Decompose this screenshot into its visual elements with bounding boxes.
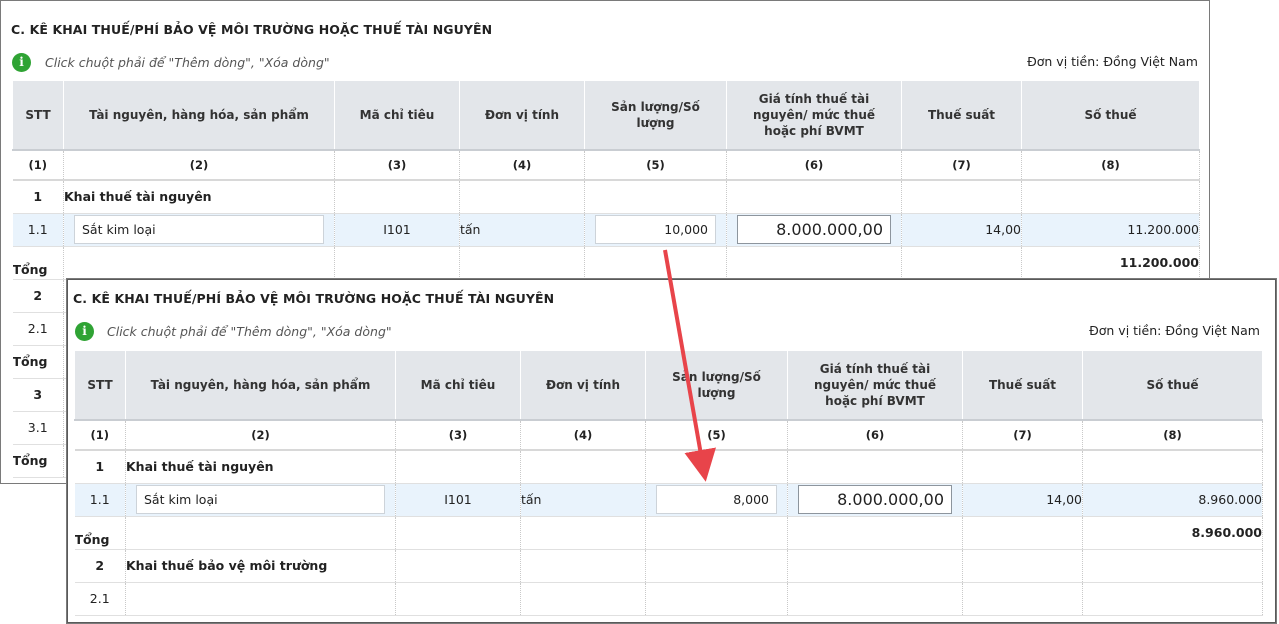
col-code: Mã chỉ tiêu <box>395 351 521 421</box>
item-input[interactable]: Sắt kim loại <box>136 485 385 514</box>
col-price: Giá tính thuế tài nguyên/ mức thuế hoặc … <box>787 351 963 421</box>
currency-unit: Đơn vị tiền: Đồng Việt Nam <box>1089 323 1260 338</box>
tax-table: STT Tài nguyên, hàng hóa, sản phẩm Mã ch… <box>74 351 1263 616</box>
group-stt: 2 <box>74 549 126 583</box>
total-value: 11.200.000 <box>1021 246 1200 280</box>
row-stt: 1.1 <box>12 213 64 247</box>
hint-text: Click chuột phải để "Thêm dòng", "Xóa dò… <box>107 324 392 339</box>
group-stt: 1 <box>74 450 126 484</box>
col-qty-label: Sản lượng/Số lượng <box>672 370 761 400</box>
tax-form-panel-after: C. KÊ KHAI THUẾ/PHÍ BẢO VỆ MÔI TRƯỜNG HO… <box>66 278 1277 624</box>
col-item: Tài nguyên, hàng hóa, sản phẩm <box>63 81 335 151</box>
total-value: 8.960.000 <box>1082 516 1263 550</box>
col-number: (6) <box>726 150 902 181</box>
total-label: Tổng <box>12 444 64 478</box>
total-row: Tổng 11.200.000 <box>12 246 1200 280</box>
col-number: (1) <box>74 420 126 451</box>
col-price-label: Giá tính thuế tài nguyên/ mức thuế hoặc … <box>752 92 876 138</box>
price-input[interactable]: 8.000.000,00 <box>798 485 952 514</box>
column-number-row: (1) (2) (3) (4) (5) (6) (7) (8) <box>74 420 1263 451</box>
unit-cell: tấn <box>459 213 585 247</box>
rate-cell: 14,00 <box>901 213 1022 247</box>
col-unit: Đơn vị tính <box>459 81 585 151</box>
table-row: 2.1 <box>74 582 1263 616</box>
col-price: Giá tính thuế tài nguyên/ mức thuế hoặc … <box>726 81 902 151</box>
table-row: 1.1 Sắt kim loại I101 tấn 10,000 8.000.0… <box>12 213 1200 247</box>
col-number: (8) <box>1021 150 1200 181</box>
group-stt: 3 <box>12 378 64 412</box>
col-number: (6) <box>787 420 963 451</box>
col-code: Mã chỉ tiêu <box>334 81 460 151</box>
row-stt: 2.1 <box>74 582 126 616</box>
group-label: Khai thuế bảo vệ môi trường <box>125 549 396 583</box>
row-stt: 1.1 <box>74 483 126 517</box>
table-header: STT Tài nguyên, hàng hóa, sản phẩm Mã ch… <box>12 81 1200 151</box>
hint-text: Click chuột phải để "Thêm dòng", "Xóa dò… <box>45 55 330 70</box>
info-icon: i <box>75 322 94 341</box>
total-label: Tổng <box>12 246 64 280</box>
col-item: Tài nguyên, hàng hóa, sản phẩm <box>125 351 396 421</box>
tax-cell: 11.200.000 <box>1021 213 1200 247</box>
table-header: STT Tài nguyên, hàng hóa, sản phẩm Mã ch… <box>74 351 1263 421</box>
col-number: (4) <box>520 420 646 451</box>
group-row: 1 Khai thuế tài nguyên <box>12 180 1200 214</box>
unit-cell: tấn <box>520 483 646 517</box>
col-stt: STT <box>74 351 126 421</box>
col-number: (2) <box>63 150 335 181</box>
currency-unit: Đơn vị tiền: Đồng Việt Nam <box>1027 54 1198 69</box>
section-title: C. KÊ KHAI THUẾ/PHÍ BẢO VỆ MÔI TRƯỜNG HO… <box>11 22 493 37</box>
total-row: Tổng 8.960.000 <box>74 516 1263 550</box>
col-qty-label: Sản lượng/Số lượng <box>611 100 700 130</box>
col-tax: Số thuế <box>1021 81 1200 151</box>
col-number: (2) <box>125 420 396 451</box>
total-label: Tổng <box>12 345 64 379</box>
group-label: Khai thuế tài nguyên <box>125 450 396 484</box>
col-number: (4) <box>459 150 585 181</box>
col-tax: Số thuế <box>1082 351 1263 421</box>
col-number: (8) <box>1082 420 1263 451</box>
rate-cell: 14,00 <box>962 483 1083 517</box>
col-rate: Thuế suất <box>901 81 1022 151</box>
col-unit: Đơn vị tính <box>520 351 646 421</box>
group-stt: 1 <box>12 180 64 214</box>
col-qty: Sản lượng/Số lượng <box>584 81 727 151</box>
table-row: 1.1 Sắt kim loại I101 tấn 8,000 8.000.00… <box>74 483 1263 517</box>
code-cell: I101 <box>395 483 521 517</box>
col-number: (1) <box>12 150 64 181</box>
qty-input[interactable]: 10,000 <box>595 215 716 244</box>
col-number: (3) <box>395 420 521 451</box>
col-qty: Sản lượng/Số lượng <box>645 351 788 421</box>
price-input[interactable]: 8.000.000,00 <box>737 215 891 244</box>
tax-cell: 8.960.000 <box>1082 483 1263 517</box>
info-icon: i <box>12 53 31 72</box>
group-stt: 2 <box>12 279 64 313</box>
code-cell: I101 <box>334 213 460 247</box>
item-input[interactable]: Sắt kim loại <box>74 215 324 244</box>
col-number: (5) <box>645 420 788 451</box>
column-number-row: (1) (2) (3) (4) (5) (6) (7) (8) <box>12 150 1200 181</box>
group-row: 2 Khai thuế bảo vệ môi trường <box>74 549 1263 583</box>
row-stt: 3.1 <box>12 411 64 445</box>
qty-input[interactable]: 8,000 <box>656 485 777 514</box>
section-title: C. KÊ KHAI THUẾ/PHÍ BẢO VỆ MÔI TRƯỜNG HO… <box>73 291 555 306</box>
col-number: (3) <box>334 150 460 181</box>
col-stt: STT <box>12 81 64 151</box>
col-number: (7) <box>901 150 1022 181</box>
row-stt: 2.1 <box>12 312 64 346</box>
col-rate: Thuế suất <box>962 351 1083 421</box>
group-row: 1 Khai thuế tài nguyên <box>74 450 1263 484</box>
group-label: Khai thuế tài nguyên <box>63 180 335 214</box>
col-number: (7) <box>962 420 1083 451</box>
col-price-label: Giá tính thuế tài nguyên/ mức thuế hoặc … <box>813 362 937 408</box>
col-number: (5) <box>584 150 727 181</box>
total-label: Tổng <box>74 516 126 550</box>
